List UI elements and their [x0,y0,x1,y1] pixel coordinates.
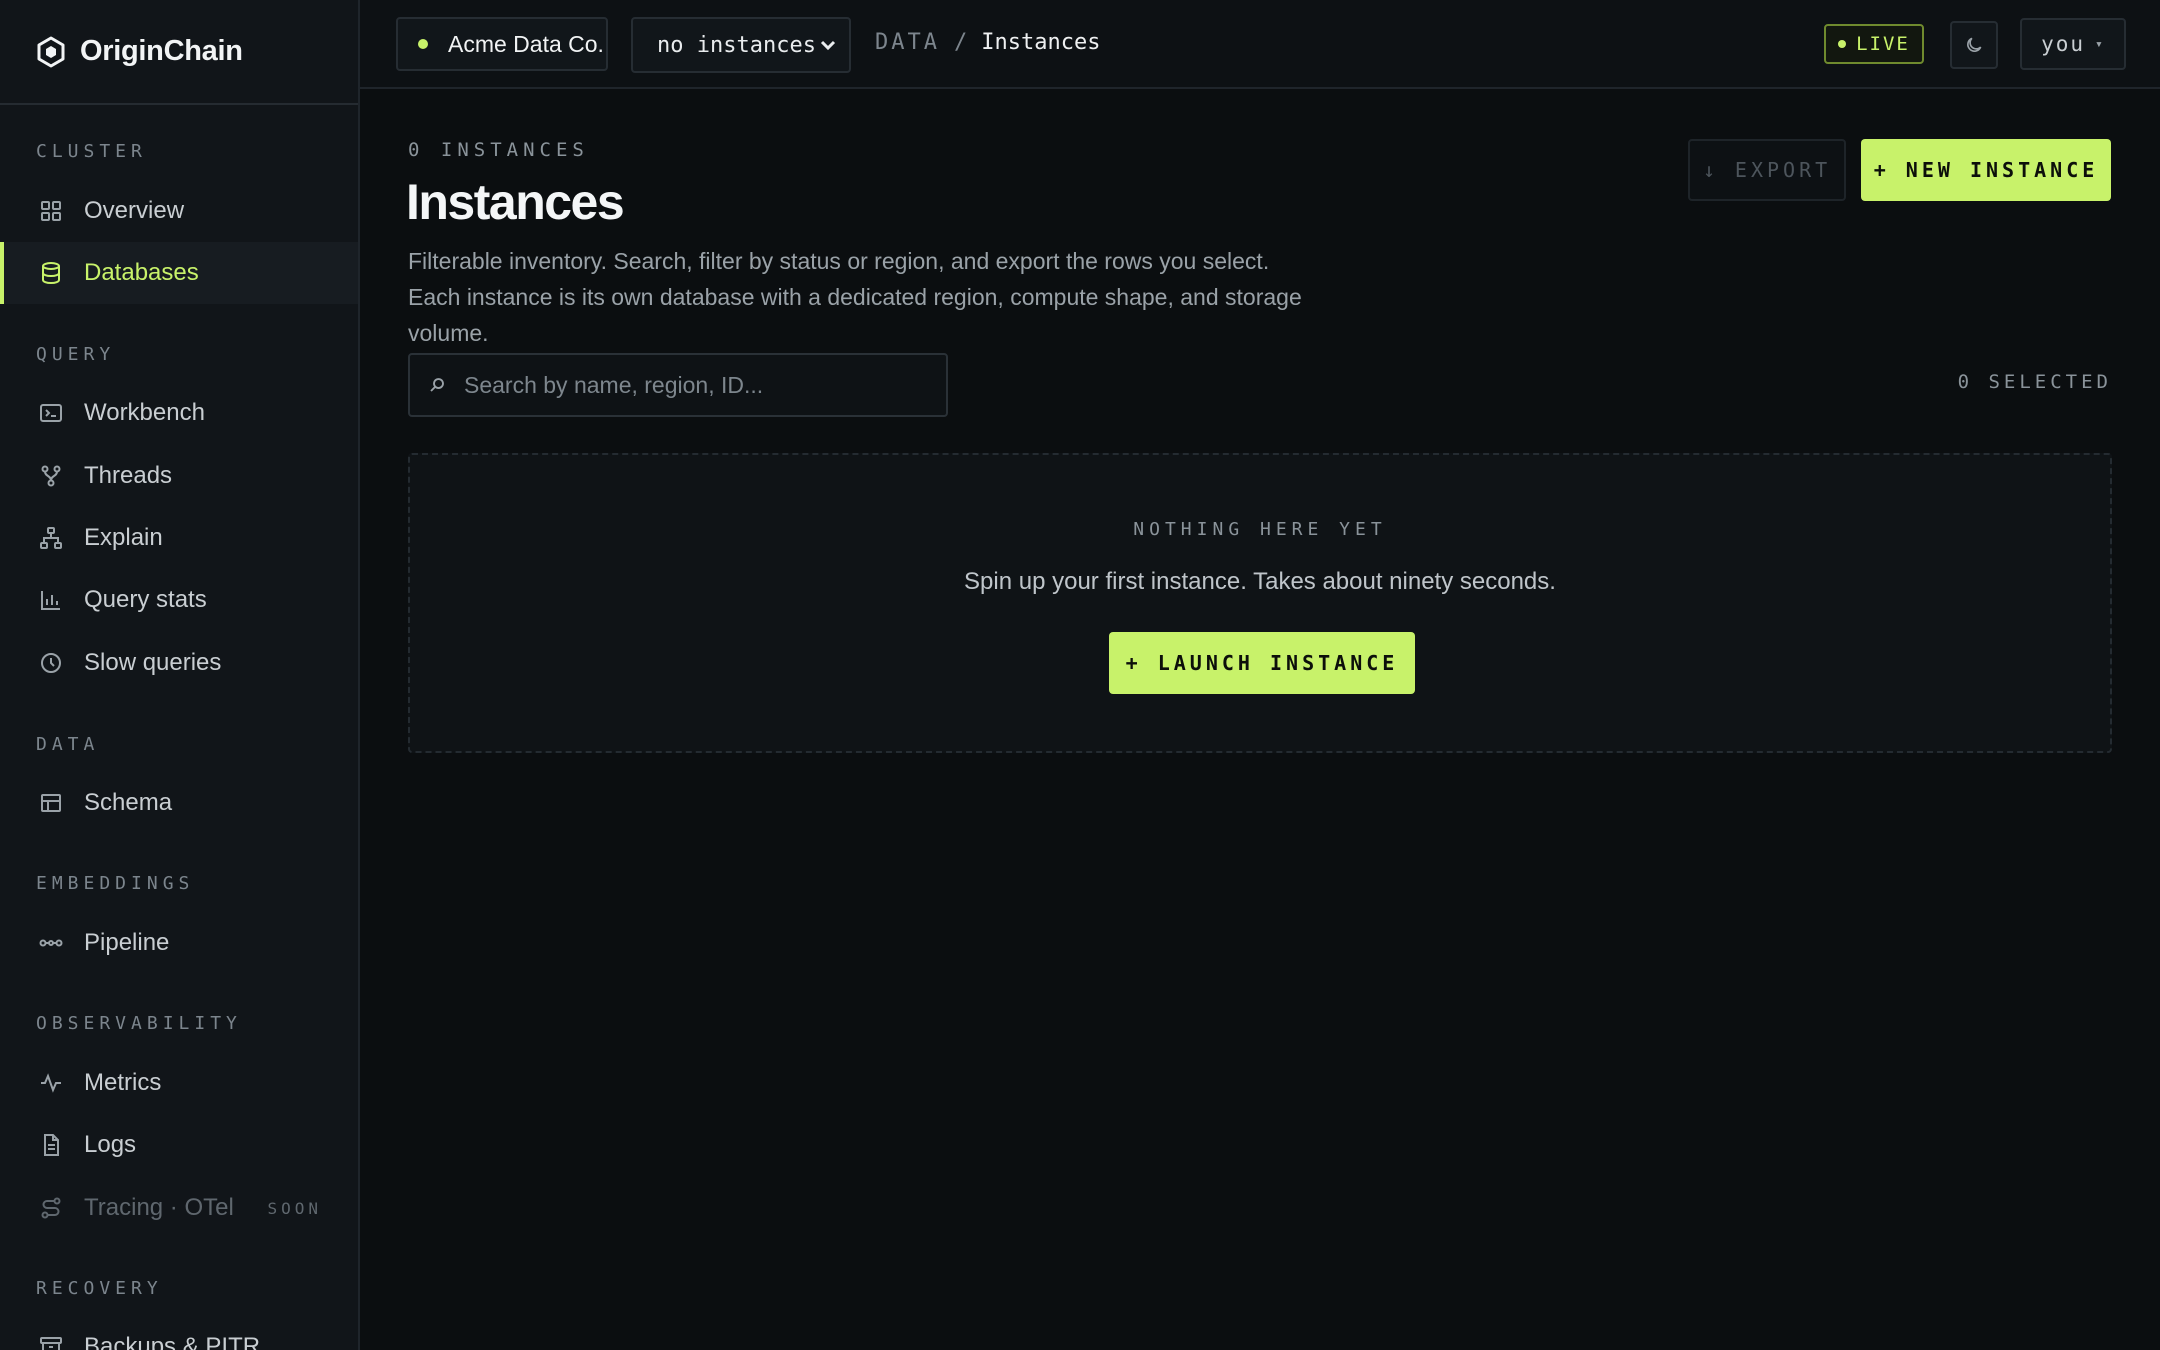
new-instance-button[interactable]: + NEW INSTANCE [1861,139,2111,201]
terminal-icon [38,400,64,426]
grid-icon [38,198,64,224]
sidebar-item-label: Pipeline [84,929,170,956]
branch-icon [38,463,64,489]
sidebar-item-label: Databases [84,259,199,286]
live-dot [1838,40,1847,48]
logo-hexagon-icon [36,36,66,68]
section-label-observability: OBSERVABILITY [36,1013,242,1034]
user-name: you [2041,32,2086,56]
clock-icon [38,650,64,676]
sidebar-item-tracing: Tracing · OTel SOON [0,1177,358,1239]
pipeline-icon [38,930,64,956]
empty-state-title: NOTHING HERE YET [1133,519,1387,540]
sidebar-item-label: Workbench [84,399,205,426]
sidebar-item-label: Schema [84,789,173,816]
sidebar-item-query-stats[interactable]: Query stats [0,569,358,631]
table-icon [38,790,64,816]
export-button[interactable]: ↓ EXPORT [1688,139,1846,201]
sidebar-item-workbench[interactable]: Workbench [0,382,358,444]
section-label-data: DATA [36,734,100,755]
chevron-down-icon [817,34,839,56]
sidebar-item-label: Query stats [84,586,207,613]
instance-select[interactable]: no instances [631,17,851,73]
sidebar-item-overview[interactable]: Overview [0,180,358,242]
breadcrumb-instances: Instances [981,30,1101,55]
selected-count: 0 SELECTED [1957,371,2112,393]
org-name: Acme Data Co. [448,30,604,57]
sidebar-item-label: Tracing · OTel [84,1194,234,1221]
moon-icon [1964,35,1984,55]
sidebar-item-threads[interactable]: Threads [0,445,358,507]
sidebar-item-label: Backups & PITR [84,1333,261,1350]
org-switcher-button[interactable]: Acme Data Co. [396,17,608,71]
breadcrumb-data[interactable]: DATA [875,30,940,55]
bar-chart-icon [38,587,64,613]
sidebar-item-metrics[interactable]: Metrics [0,1052,358,1114]
user-menu-button[interactable]: you ▾ [2020,18,2126,70]
breadcrumb: DATA / Instances [875,30,1100,55]
sidebar-item-label: Logs [84,1131,137,1158]
route-icon [38,1195,64,1221]
instance-count-label: 0 INSTANCES [408,139,589,161]
section-label-cluster: CLUSTER [36,141,147,162]
live-label: LIVE [1856,33,1910,55]
sidebar-item-logs[interactable]: Logs [0,1114,358,1176]
sidebar-item-label: Metrics [84,1069,162,1096]
sidebar-item-slow-queries[interactable]: Slow queries [0,632,358,694]
section-label-query: QUERY [36,344,116,365]
search-box[interactable] [408,353,948,417]
theme-toggle-button[interactable] [1950,21,1998,69]
launch-instance-button[interactable]: + LAUNCH INSTANCE [1109,632,1415,694]
app-name: OriginChain [80,35,243,67]
search-input[interactable] [462,370,936,400]
sidebar-item-label: Slow queries [84,649,222,676]
page-description: Filterable inventory. Search, filter by … [408,248,1302,346]
breadcrumb-separator: / [953,30,968,55]
instance-select-value: no instances [657,32,816,58]
sidebar-item-pipeline[interactable]: Pipeline [0,912,358,974]
sidebar-item-schema[interactable]: Schema [0,772,358,834]
empty-state-description: Spin up your first instance. Takes about… [964,568,1556,595]
search-icon [428,376,446,394]
caret-down-icon: ▾ [2095,36,2105,52]
topbar: Acme Data Co. no instances DATA / Instan… [360,0,2160,89]
sidebar-item-databases[interactable]: Databases [0,242,358,304]
sidebar-item-explain[interactable]: Explain [0,507,358,569]
archive-icon [38,1334,64,1350]
pulse-icon [38,1070,64,1096]
brand[interactable]: OriginChain [0,0,358,105]
page-title: Instances [406,174,625,230]
live-badge: LIVE [1824,24,1924,64]
org-status-dot [418,39,428,49]
section-label-recovery: RECOVERY [36,1278,163,1299]
sidebar-item-backups[interactable]: Backups & PITR [0,1316,358,1350]
document-icon [38,1132,64,1158]
tree-icon [38,525,64,551]
sidebar-item-label: Threads [84,462,173,489]
section-label-embeddings: EMBEDDINGS [36,873,195,894]
sidebar-item-label: Overview [84,197,185,224]
main-content: 0 INSTANCES Instances Filterable invento… [360,89,2160,1350]
soon-badge: SOON [267,1198,322,1218]
empty-state: NOTHING HERE YET Spin up your first inst… [408,453,2112,753]
database-icon [38,260,64,286]
sidebar: OriginChain CLUSTER Overview Databases Q… [0,0,360,1350]
sidebar-item-label: Explain [84,524,163,551]
